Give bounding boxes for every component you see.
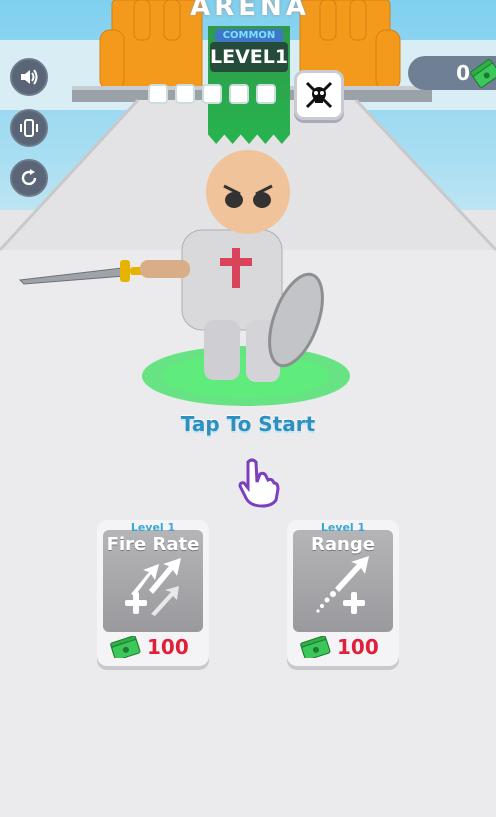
upgrade-price: 100 — [147, 635, 189, 659]
stage-slot — [148, 84, 168, 104]
upgrade-name: Range — [311, 534, 375, 555]
upgrade-price: 100 — [337, 635, 379, 659]
upgrade-level: Level 1 — [130, 521, 176, 534]
range-arrow-icon — [316, 556, 369, 614]
stage-slot — [202, 84, 222, 104]
upgrade-name: Fire Rate — [106, 534, 200, 555]
vibration-icon — [20, 119, 38, 137]
price-row: 100 — [293, 632, 393, 662]
stage-slot — [256, 84, 276, 104]
pointing-hand-icon — [238, 458, 280, 508]
fire-rate-arrows-icon — [125, 558, 181, 616]
sound-icon — [21, 69, 38, 85]
knight-character — [18, 150, 350, 406]
arena-title: ARENA — [190, 0, 310, 22]
cash-amount: 0 — [456, 61, 470, 85]
stage-progress — [148, 84, 276, 106]
upgrade-card-range[interactable]: Level 1 Range 100 — [287, 520, 399, 666]
upgrade-level: Level 1 — [320, 521, 366, 534]
money-icon — [110, 636, 141, 658]
money-icon — [300, 636, 331, 658]
cash-stack-icon — [470, 59, 496, 88]
stage-slot — [175, 84, 195, 104]
game-scene[interactable]: • • • ARENA COMMON LEVEL1 0 — [0, 0, 496, 817]
sound-button[interactable] — [10, 58, 48, 96]
stage-slot — [229, 84, 249, 104]
level-label: LEVEL1 — [210, 42, 288, 72]
skull-swords-icon — [305, 81, 333, 109]
price-row: 100 — [103, 632, 203, 662]
boss-stage-marker — [294, 70, 344, 120]
upgrade-card-fire-rate[interactable]: Level 1 Fire Rate 100 — [97, 520, 209, 666]
tap-to-start-prompt[interactable]: Tap To Start — [160, 412, 336, 442]
rarity-badge: COMMON — [215, 29, 283, 43]
